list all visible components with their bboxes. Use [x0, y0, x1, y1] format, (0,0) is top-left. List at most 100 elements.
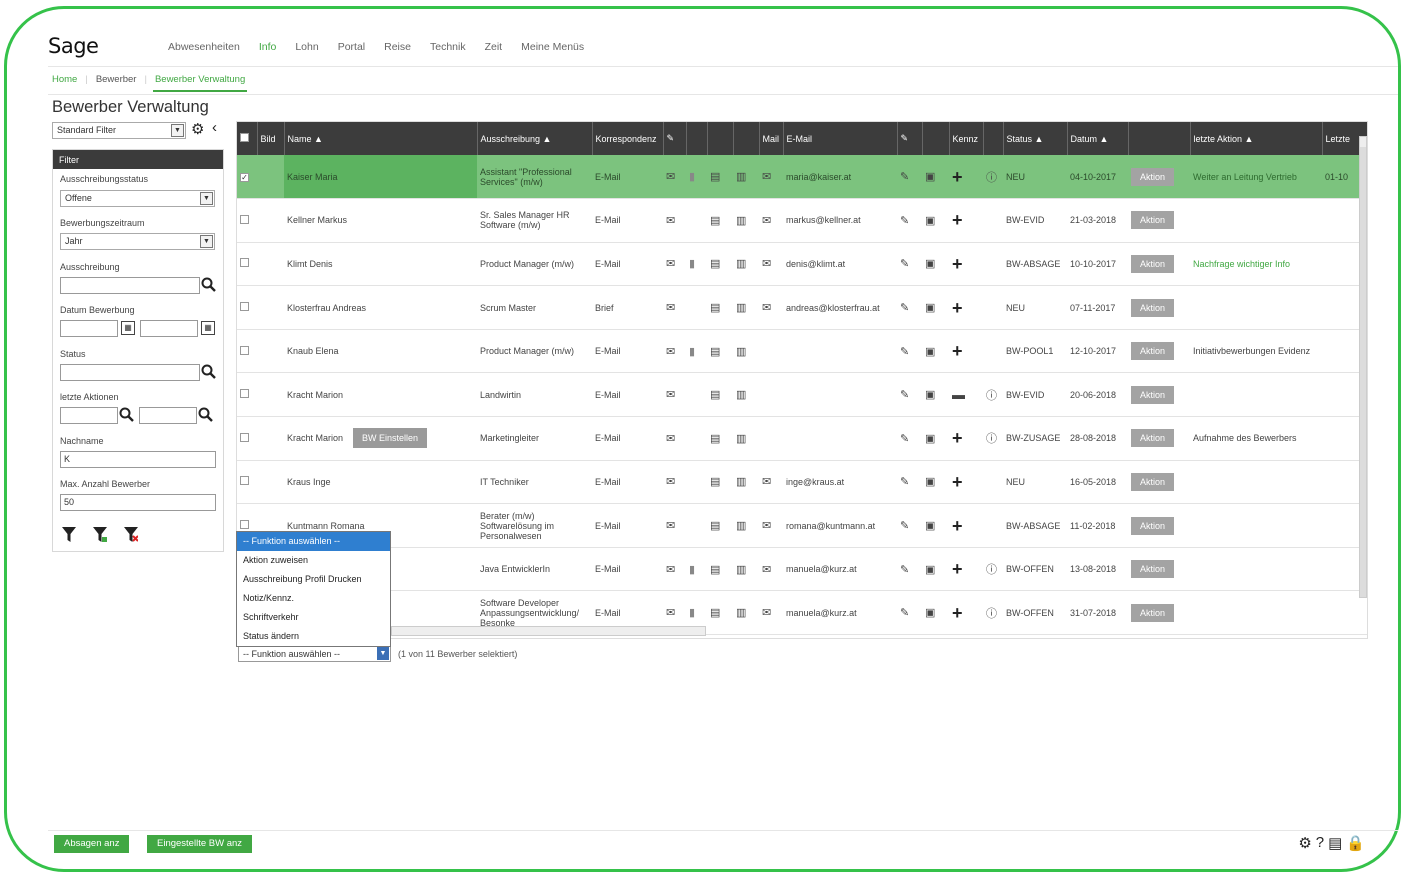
email-cell[interactable]: manuela@kurz.at	[783, 547, 897, 592]
menu-item-portal[interactable]: Portal	[338, 41, 365, 53]
info-cell[interactable]: ⓘ	[983, 155, 1003, 200]
comment-icon[interactable]: ▬	[952, 387, 965, 402]
col-letzte-aktion[interactable]: letzte Aktion ▲	[1190, 122, 1323, 155]
row-checkbox[interactable]	[240, 214, 249, 224]
note-cell[interactable]: ✎	[897, 329, 922, 374]
table-row[interactable]: Kraus Inge IT Techniker E-Mail ✉ ▤ ▥ ✉ inge@kra…	[237, 460, 1367, 505]
row-checkbox[interactable]	[240, 476, 249, 486]
note-edit-icon[interactable]: ✎	[900, 519, 909, 532]
card-cell[interactable]: ▣	[922, 198, 949, 243]
korrespondenz-icon-cell[interactable]: ✉	[663, 198, 686, 243]
envelope-edit-icon[interactable]: ✉	[666, 388, 675, 401]
note-edit-icon[interactable]: ✎	[900, 432, 909, 445]
id-card-icon[interactable]: ▣	[925, 563, 935, 576]
card-cell[interactable]: ▣	[922, 329, 949, 374]
row-checkbox[interactable]	[240, 258, 249, 268]
mail-icon[interactable]: ✉	[762, 301, 771, 314]
document-copy-icon[interactable]: ▤	[710, 345, 720, 358]
bewerber-name[interactable]: Kracht Marion	[287, 433, 343, 443]
aktion-button[interactable]: Aktion	[1131, 211, 1175, 230]
attachment-cell[interactable]: ▮	[686, 547, 707, 592]
search-icon[interactable]	[201, 364, 217, 380]
table-row[interactable]: Kracht Marion BW Einstellen Marketingleite…	[237, 416, 1367, 461]
document-search-icon[interactable]: ▥	[736, 301, 746, 314]
info-icon[interactable]: ⓘ	[986, 169, 997, 185]
gear-icon[interactable]: ⚙	[191, 120, 204, 138]
document-search-icon[interactable]: ▥	[736, 345, 746, 358]
doc-search-cell[interactable]: ▥	[733, 155, 759, 200]
korrespondenz-icon-cell[interactable]: ✉	[663, 416, 686, 461]
doc-cell[interactable]: ▤	[707, 547, 733, 592]
table-row[interactable]: Kuntmann Romana Berater (m/w) Softwarelös…	[237, 503, 1367, 548]
mail-cell[interactable]	[759, 372, 783, 418]
row-checkbox-cell[interactable]	[237, 198, 257, 243]
email-cell[interactable]: andreas@klosterfrau.at	[783, 285, 897, 330]
aktion-button[interactable]: Aktion	[1131, 429, 1175, 448]
menu-item-info[interactable]: Info	[259, 41, 277, 53]
note-edit-icon[interactable]: ✎	[900, 301, 909, 314]
collapse-left-icon[interactable]: ‹	[212, 119, 217, 136]
email-cell[interactable]: denis@klimt.at	[783, 242, 897, 287]
eingestellte-bw-anzeigen-button[interactable]: Eingestellte BW anz	[147, 835, 253, 853]
row-checkbox-cell[interactable]	[237, 329, 257, 374]
aktion-cell[interactable]: Aktion	[1128, 329, 1190, 374]
kennz-cell[interactable]: +	[949, 416, 983, 461]
kennz-cell[interactable]: +	[949, 547, 983, 592]
note-cell[interactable]: ✎	[897, 547, 922, 592]
row-checkbox-cell[interactable]: ✓	[237, 155, 257, 200]
ausschreibungsstatus-select[interactable]: Offene ▼	[60, 190, 215, 207]
attachment-cell[interactable]	[686, 285, 707, 330]
mail-cell[interactable]	[759, 329, 783, 374]
aktion-cell[interactable]: Aktion	[1128, 416, 1190, 461]
id-card-icon[interactable]: ▣	[925, 170, 935, 183]
doc-cell[interactable]: ▤	[707, 155, 733, 200]
status-input[interactable]	[60, 364, 200, 381]
note-edit-icon[interactable]: ✎	[900, 563, 909, 576]
envelope-edit-icon[interactable]: ✉	[666, 606, 675, 619]
attachment-cell[interactable]	[686, 416, 707, 461]
document-copy-icon[interactable]: ▤	[710, 519, 720, 532]
calendar-icon[interactable]: ▦	[201, 321, 215, 335]
calendar-icon[interactable]: ▦	[121, 321, 135, 335]
info-cell[interactable]: ⓘ	[983, 372, 1003, 418]
row-checkbox-cell[interactable]	[237, 242, 257, 287]
col-name[interactable]: Name ▲	[284, 122, 478, 155]
table-row[interactable]: Kracht Marion Landwirtin E-Mail ✉ ▤ ▥ ✎ ▣ ▬ ⓘ BW-E…	[237, 372, 1367, 418]
id-card-icon[interactable]: ▣	[925, 388, 935, 401]
info-cell[interactable]	[983, 285, 1003, 330]
mail-cell[interactable]: ✉	[759, 242, 783, 287]
document-search-icon[interactable]: ▥	[736, 214, 746, 227]
document-search-icon[interactable]: ▥	[736, 563, 746, 576]
aktion-cell[interactable]: Aktion	[1128, 242, 1190, 287]
ausschreibung-input[interactable]	[60, 277, 200, 294]
note-cell[interactable]: ✎	[897, 198, 922, 243]
plus-icon[interactable]: +	[952, 516, 963, 536]
row-checkbox[interactable]: ✓	[240, 172, 249, 182]
breadcrumb-home[interactable]: Home	[52, 74, 77, 85]
aktion-cell[interactable]: Aktion	[1128, 372, 1190, 418]
table-row[interactable]: Klosterfrau Andreas Scrum Master Brief ✉ ▤ ▥ ✉…	[237, 285, 1367, 330]
document-icon[interactable]: ▤	[1328, 834, 1342, 852]
menu-item-lohn[interactable]: Lohn	[295, 41, 318, 53]
aktion-button[interactable]: Aktion	[1131, 254, 1175, 273]
funktion-select[interactable]: -- Funktion auswählen -- ▼	[238, 645, 391, 662]
email-cell[interactable]: manuela@kurz.at	[783, 590, 897, 636]
plus-icon[interactable]: +	[952, 559, 963, 579]
kennz-cell[interactable]: +	[949, 503, 983, 548]
bewerber-name[interactable]: Kuntmann Romana	[287, 521, 365, 531]
bewerber-name[interactable]: Klosterfrau Andreas	[287, 303, 366, 313]
aktion-button[interactable]: Aktion	[1131, 298, 1175, 317]
aktion-cell[interactable]: Aktion	[1128, 503, 1190, 548]
filter-preset-select[interactable]: Standard Filter ▼	[52, 122, 186, 139]
bewerber-name[interactable]: Kracht Marion	[287, 390, 343, 400]
note-cell[interactable]: ✎	[897, 372, 922, 418]
info-cell[interactable]	[983, 329, 1003, 374]
email-cell[interactable]: romana@kuntmann.at	[783, 503, 897, 548]
envelope-edit-icon[interactable]: ✉	[666, 257, 675, 270]
search-icon[interactable]	[119, 407, 135, 423]
col-status[interactable]: Status ▲	[1003, 122, 1068, 155]
plus-icon[interactable]: +	[952, 428, 963, 448]
table-row[interactable]: Knaub Elena Product Manager (m/w) E-Mail ✉ ▮…	[237, 329, 1367, 374]
korrespondenz-icon-cell[interactable]: ✉	[663, 329, 686, 374]
kennz-cell[interactable]: +	[949, 198, 983, 243]
